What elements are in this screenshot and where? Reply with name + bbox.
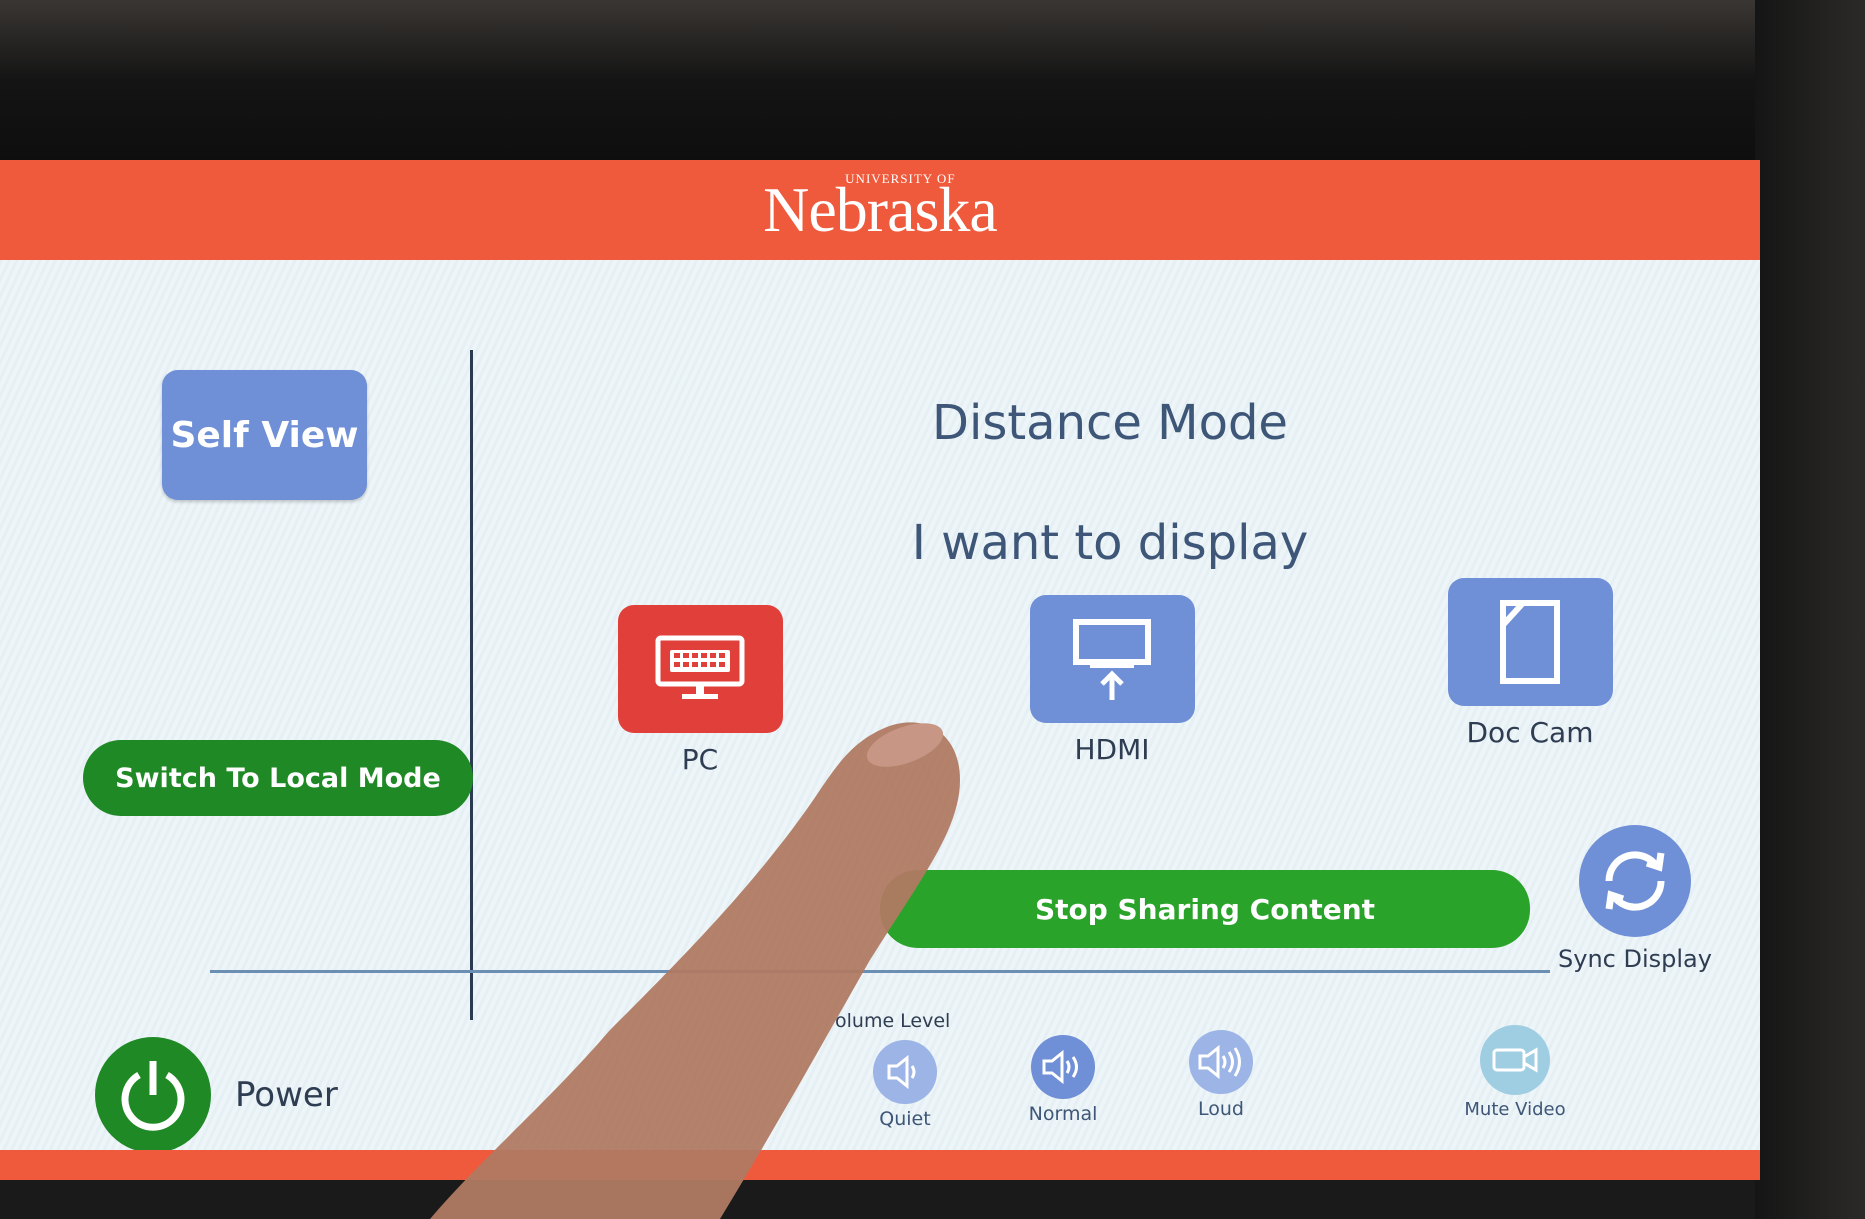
- volume-normal-circle[interactable]: [1031, 1035, 1095, 1099]
- power-icon: [121, 1061, 185, 1131]
- display-bezel-right: [1755, 0, 1865, 1219]
- self-view-button[interactable]: Self View: [162, 370, 367, 500]
- brand-small-text: UNIVERSITY OF: [845, 171, 956, 186]
- power-label: Power: [235, 1075, 338, 1115]
- volume-loud-circle[interactable]: [1189, 1030, 1253, 1094]
- volume-loud-button[interactable]: Loud: [1166, 1030, 1276, 1120]
- speaker-loud-icon: [1198, 1044, 1241, 1080]
- source-doc-cam-tile[interactable]: [1447, 578, 1613, 706]
- brand-logo: UNIVERSITY OF Nebraska: [763, 172, 998, 242]
- source-doc-cam[interactable]: Doc Cam: [1445, 578, 1615, 749]
- sync-arrows-icon: [1605, 851, 1665, 911]
- sync-display-button[interactable]: Sync Display: [1555, 825, 1715, 973]
- document-camera-icon: [1500, 600, 1560, 684]
- volume-loud-label: Loud: [1198, 1098, 1244, 1120]
- sync-display-circle[interactable]: [1579, 825, 1691, 937]
- video-camera-icon: [1492, 1047, 1538, 1073]
- mute-video-label: Mute Video: [1464, 1099, 1566, 1120]
- volume-normal-label: Normal: [1028, 1103, 1098, 1125]
- source-hdmi[interactable]: HDMI: [1027, 595, 1197, 766]
- mute-video-circle[interactable]: [1480, 1025, 1550, 1095]
- sync-display-label: Sync Display: [1558, 945, 1712, 973]
- volume-normal-button[interactable]: Normal: [1008, 1035, 1118, 1125]
- pointing-finger: [430, 722, 960, 1219]
- mute-video-button[interactable]: Mute Video: [1450, 1025, 1580, 1120]
- power-control[interactable]: Power: [95, 1035, 425, 1155]
- keyboard-monitor-icon: [655, 635, 745, 699]
- mode-title: Distance Mode: [932, 395, 1288, 451]
- source-doc-cam-label: Doc Cam: [1466, 716, 1594, 749]
- speaker-normal-icon: [1042, 1049, 1078, 1085]
- source-hdmi-label: HDMI: [1074, 733, 1150, 766]
- power-button[interactable]: [95, 1037, 211, 1153]
- source-hdmi-tile[interactable]: [1029, 595, 1195, 723]
- header-bar: UNIVERSITY OF Nebraska: [0, 160, 1760, 260]
- display-bezel-top: [0, 0, 1865, 180]
- display-prompt: I want to display: [911, 515, 1309, 571]
- display-input-icon: [1073, 619, 1151, 700]
